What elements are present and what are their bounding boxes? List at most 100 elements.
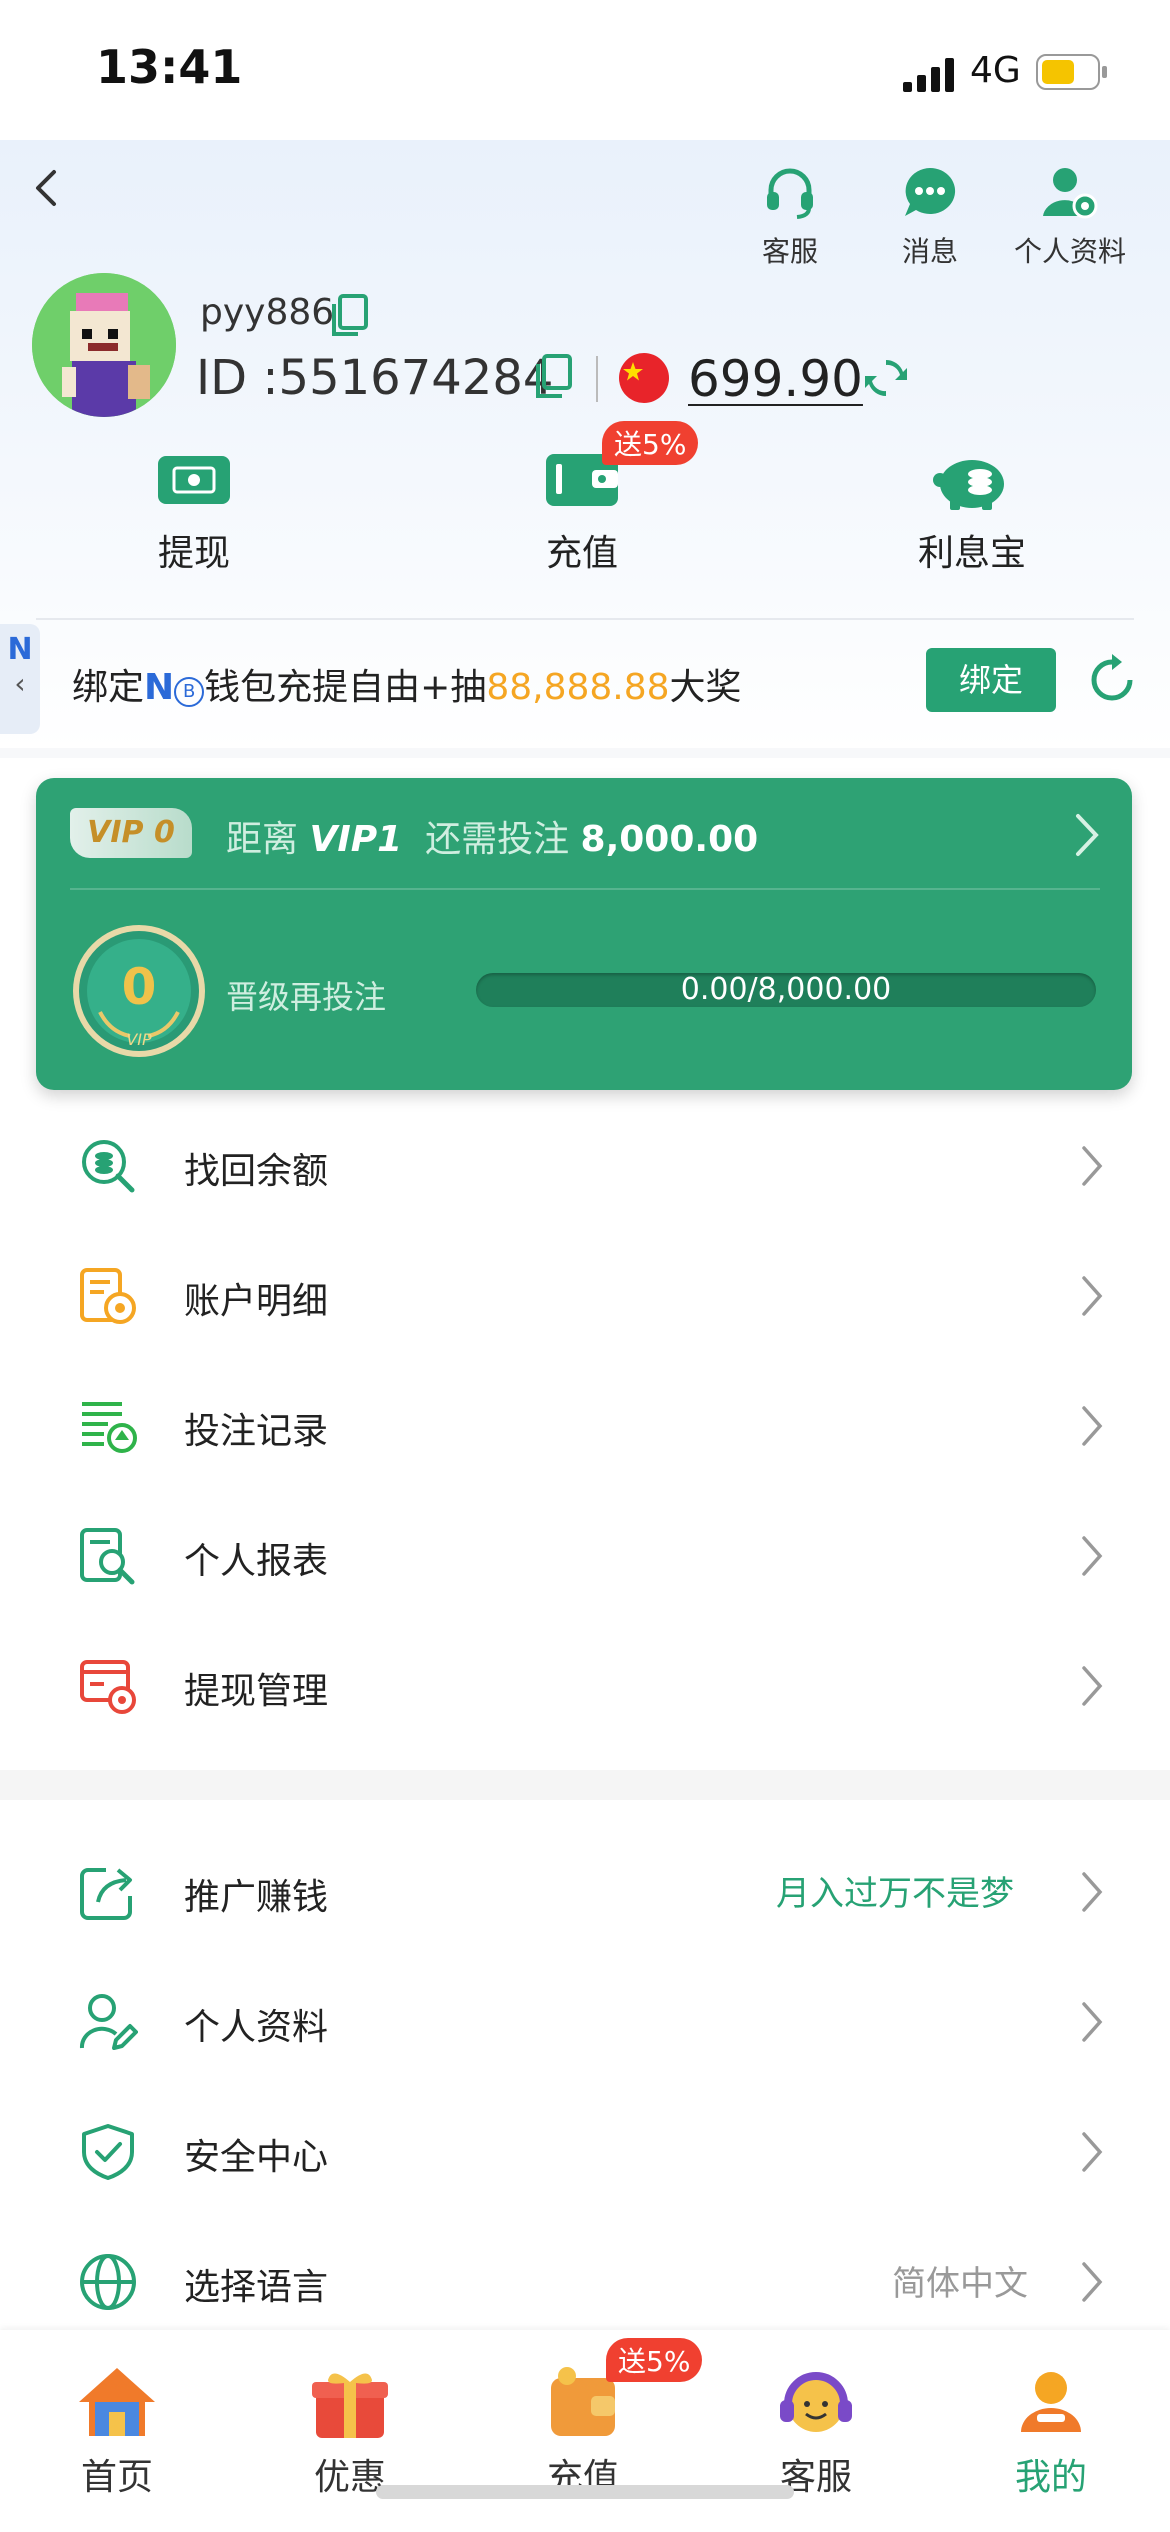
side-pull-tab-label: N: [7, 632, 33, 667]
menu-label-recover-balance: 找回余额: [184, 1151, 329, 1192]
bind-button[interactable]: 绑定: [926, 648, 1056, 712]
current-language: 简体中文: [892, 2264, 1028, 2304]
piggy-bank-icon: [933, 460, 1004, 510]
coin-search-icon: [82, 1140, 135, 1193]
chevron-right-icon: [1082, 1146, 1103, 1186]
messages-label: 消息: [901, 235, 958, 268]
menu-item-personal-report[interactable]: [0, 1490, 1170, 1620]
vip-divider: [70, 888, 1100, 890]
side-pull-tab[interactable]: N ‹: [0, 624, 40, 734]
vip-distance-label: 距离: [226, 819, 299, 860]
chevron-right-icon: [1082, 2262, 1103, 2302]
chevron-right-icon: [1082, 1276, 1103, 1316]
menu-item-bet-records[interactable]: [0, 1360, 1170, 1490]
interest-treasure-label: 利息宝: [917, 533, 1026, 574]
tab-home-label: 首页: [80, 2457, 153, 2498]
profile-edit-icon: [79, 1994, 138, 2050]
bind-promo-amount: 88,888.88: [486, 667, 670, 708]
menu-label-withdraw-management: 提现管理: [184, 1671, 329, 1712]
back-arrow-icon[interactable]: [18, 158, 78, 218]
user-icon: [1021, 2372, 1081, 2432]
menu-label-profile: 个人资料: [184, 2007, 329, 2048]
vip-level-tag: VIP 0: [70, 808, 192, 858]
share-icon: [80, 1868, 132, 1920]
cash-icon: [158, 456, 230, 504]
interest-treasure-button[interactable]: 利息宝: [892, 448, 1052, 576]
tab-home[interactable]: 首页: [42, 2364, 192, 2500]
menu-label-promote-earn: 推广赚钱: [184, 1877, 329, 1918]
battery-icon: [1036, 54, 1107, 90]
promote-slogan: 月入过万不是梦: [776, 1874, 1014, 1914]
withdraw-button[interactable]: 提现: [114, 448, 274, 576]
menu-item-withdraw-management[interactable]: [0, 1620, 1170, 1750]
copy-icon[interactable]: [330, 294, 370, 338]
refresh-icon[interactable]: [1086, 654, 1138, 706]
tab-promotions[interactable]: 优惠: [275, 2364, 425, 2500]
customer-service-button[interactable]: 客服: [720, 162, 860, 270]
tab-recharge-bonus-badge: 送5%: [606, 2338, 703, 2382]
menu-item-security-center[interactable]: [0, 2086, 1170, 2216]
tab-mine[interactable]: 我的: [976, 2364, 1126, 2500]
status-time: 13:41: [96, 40, 243, 94]
vip-medal-caption: VIP: [126, 1030, 152, 1049]
chevron-right-icon: [1082, 2132, 1103, 2172]
vip-next-level: VIP1: [309, 819, 403, 860]
user-gear-icon: [1043, 168, 1098, 219]
recharge-bonus-badge: 送5%: [602, 421, 699, 465]
china-flag-icon: [619, 353, 669, 403]
network-type: 4G: [970, 50, 1021, 91]
chevron-right-icon: [1082, 1406, 1103, 1446]
bind-wallet-promo: 绑定N B 钱包充提自由+抽88,888.88大奖: [72, 658, 742, 710]
support-avatar-icon: [780, 2372, 852, 2432]
chevron-right-icon: [1082, 1872, 1103, 1912]
gift-icon: [312, 2373, 388, 2438]
balance-amount: 699.90: [688, 350, 863, 408]
vip-progress-text: 0.00/8,000.00: [680, 972, 892, 1007]
chevron-right-icon: [1082, 2002, 1103, 2042]
profile-settings-button[interactable]: 个人资料: [1000, 162, 1140, 270]
chat-bubble-icon: [905, 167, 956, 216]
messages-button[interactable]: 消息: [860, 162, 1000, 270]
report-search-icon: [80, 1528, 135, 1585]
vip-next-level-text: 距离 VIP1 还需投注 8,000.00: [226, 810, 758, 862]
user-id-value: 551674284: [278, 350, 554, 406]
bind-promo-text-pre: 绑定: [72, 667, 145, 708]
menu-label-personal-report: 个人报表: [184, 1541, 329, 1582]
menu-label-account-details: 账户明细: [184, 1281, 329, 1322]
menu-item-account-details[interactable]: [0, 1230, 1170, 1360]
pixel-character-avatar: [32, 273, 176, 417]
menu-item-recover-balance[interactable]: [0, 1100, 1170, 1230]
shield-check-icon: [82, 2124, 134, 2180]
withdraw-settings-icon: [80, 1660, 136, 1714]
signal-icon: [903, 58, 954, 92]
menu-label-select-language: 选择语言: [184, 2267, 329, 2308]
section-gap: [0, 748, 1170, 758]
username: pyy886: [200, 292, 335, 333]
tab-customer-service[interactable]: 客服: [741, 2364, 891, 2500]
section-separator: [0, 1770, 1170, 1800]
profile-settings-label: 个人资料: [1013, 235, 1126, 268]
coin-b-icon: B: [174, 677, 205, 707]
menu-item-profile[interactable]: [0, 1956, 1170, 2086]
tab-recharge[interactable]: 充值: [508, 2364, 658, 2500]
vip-need-label: 还需投注: [425, 819, 570, 860]
recharge-label: 充值: [545, 533, 618, 574]
account-statement-icon: [80, 1268, 136, 1324]
brand-letter: N: [144, 667, 175, 708]
bet-record-icon: [82, 1402, 137, 1453]
headset-icon: [767, 168, 813, 219]
avatar[interactable]: [32, 273, 176, 417]
copy-id-icon[interactable]: [534, 354, 574, 400]
recharge-button[interactable]: 充值: [502, 448, 662, 576]
user-id: ID :551674284: [196, 350, 553, 406]
refresh-balance-icon[interactable]: [862, 354, 910, 402]
user-id-label: ID :: [196, 350, 279, 406]
banner-divider: [36, 618, 1134, 620]
bind-promo-text-post: 大奖: [669, 667, 742, 708]
home-indicator: [376, 2485, 794, 2499]
vip-medal-level: 0: [121, 958, 157, 1016]
globe-icon: [80, 2254, 136, 2310]
side-pull-chevron-icon: ‹: [14, 667, 26, 700]
menu-label-security-center: 安全中心: [184, 2137, 329, 2178]
tab-mine-label: 我的: [1014, 2457, 1087, 2498]
